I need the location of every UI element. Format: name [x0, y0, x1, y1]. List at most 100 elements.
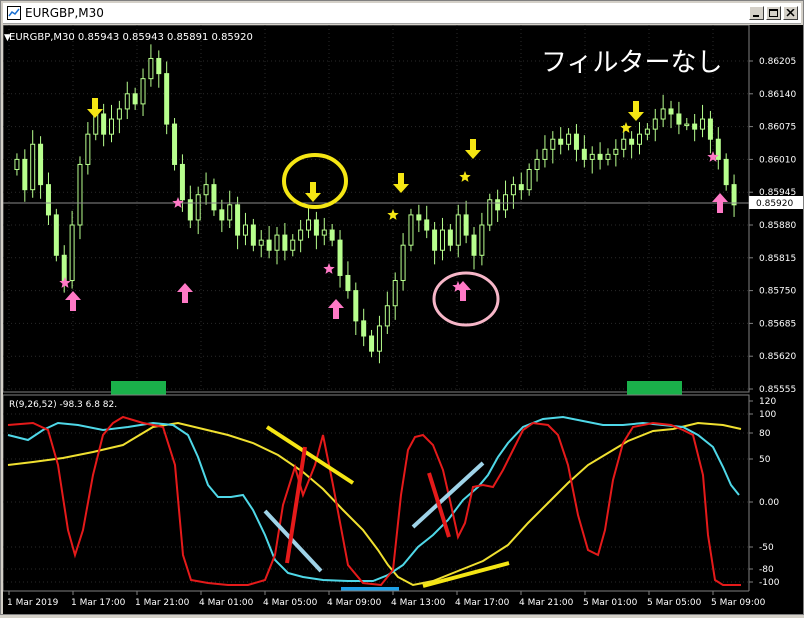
candle-body [526, 168, 532, 191]
ind-tick-label: -80 [759, 565, 774, 575]
candle-body [424, 219, 430, 231]
maximize-button[interactable] [766, 6, 781, 20]
candle-body [156, 57, 162, 75]
candle-body [179, 163, 185, 201]
candle-body [660, 108, 666, 120]
candle-body [613, 148, 619, 155]
y-axis-indicator: 120 100 80 50 0.00 -50 -80 -100 [749, 397, 780, 588]
candle-body [652, 118, 658, 130]
maximize-icon [769, 9, 778, 17]
candle-body [306, 219, 312, 231]
candle-body [345, 274, 351, 292]
y-tick-label: 0.86140 [759, 90, 796, 100]
chart-svg[interactable]: フィルターなし EURGBP,M30 0.85943 0.85943 0.858… [2, 24, 803, 614]
candle-body [684, 123, 690, 127]
candle-body [242, 224, 248, 236]
candle-body [101, 113, 107, 135]
candle-body [45, 184, 51, 216]
candle-body [266, 239, 272, 251]
candle-body [700, 118, 706, 130]
candle-body [707, 118, 713, 140]
candle-body [211, 184, 217, 211]
mt4-chart-window: EURGBP,M30 フィルターなし EURGBP,M30 0.85943 0.… [0, 0, 804, 615]
candle-body [479, 224, 485, 256]
candle-body [337, 239, 343, 276]
ind-tick-label: -100 [759, 578, 780, 588]
y-axis-main: 0.86205 0.86140 0.86075 0.86010 0.85945 0.858… [749, 57, 796, 395]
chart-window-icon [7, 6, 21, 20]
candle-body [605, 153, 611, 160]
close-button[interactable] [783, 6, 798, 20]
y-tick-label: 0.85555 [759, 385, 796, 395]
candle-body [140, 78, 146, 105]
candle-body [14, 158, 20, 170]
candle-body [510, 184, 516, 196]
candle-body [589, 153, 595, 160]
candle-body [22, 158, 28, 191]
candle-body [235, 204, 241, 236]
candle-body [692, 123, 698, 130]
candle-body [392, 280, 398, 307]
y-tick-label: 0.86205 [759, 57, 796, 67]
minimize-button[interactable] [749, 6, 764, 20]
main-pane[interactable] [2, 24, 750, 393]
candle-body [195, 194, 201, 221]
x-tick-label: 4 Mar 17:00 [455, 598, 510, 608]
close-icon [786, 9, 795, 17]
candle-body [495, 199, 501, 211]
ind-tick-label: 0.00 [759, 498, 779, 508]
candle-body [400, 244, 406, 282]
candle-body [487, 199, 493, 226]
x-tick-label: 5 Mar 09:00 [711, 598, 766, 608]
x-tick-label: 4 Mar 01:00 [199, 598, 254, 608]
candle-body [282, 234, 288, 251]
candle-body [313, 219, 319, 236]
ind-tick-label: 100 [759, 410, 776, 420]
candle-body [644, 128, 650, 135]
candle-body [408, 214, 414, 246]
candle-body [274, 234, 280, 251]
candle-body [416, 214, 422, 221]
candle-body [384, 305, 390, 327]
candle-body [61, 254, 67, 282]
ind-tick-label: 80 [759, 429, 771, 439]
x-tick-label: 1 Mar 17:00 [71, 598, 126, 608]
candle-body [597, 153, 603, 160]
candle-body [534, 158, 540, 170]
x-tick-label: 1 Mar 21:00 [135, 598, 190, 608]
candle-body [668, 108, 674, 115]
candle-body [109, 118, 115, 135]
x-tick-label: 1 Mar 2019 [7, 598, 59, 608]
candle-body [581, 148, 587, 160]
candle-body [164, 73, 170, 125]
candle-body [369, 335, 375, 352]
window-title: EURGBP,M30 [25, 6, 104, 20]
candle-body [573, 133, 579, 150]
minimize-icon [753, 15, 759, 17]
x-tick-label: 4 Mar 05:00 [263, 598, 318, 608]
indicator-header: R(9,26,52) -98.3 6.8 82. [9, 400, 117, 410]
candle-body [542, 148, 548, 160]
x-tick-label: 5 Mar 05:00 [647, 598, 702, 608]
candle-body [731, 184, 737, 206]
candle-body [30, 143, 36, 191]
x-tick-label: 4 Mar 09:00 [327, 598, 382, 608]
candle-body [227, 204, 233, 221]
candle-body [566, 133, 572, 145]
candle-body [77, 163, 83, 226]
chart-canvas[interactable]: フィルターなし EURGBP,M30 0.85943 0.85943 0.858… [2, 24, 803, 614]
candle-body [621, 138, 627, 150]
candle-body [148, 57, 154, 80]
candle-body [463, 214, 469, 236]
y-tick-label: 0.85945 [759, 188, 796, 198]
candle-body [447, 229, 453, 246]
candle-body [290, 239, 296, 251]
title-bar[interactable]: EURGBP,M30 [3, 3, 801, 24]
candle-body [353, 290, 359, 322]
candle-body [361, 320, 367, 337]
candle-body [38, 143, 44, 186]
candle-body [636, 133, 642, 145]
candle-body [558, 138, 564, 145]
x-tick-label: 5 Mar 01:00 [583, 598, 638, 608]
candle-body [432, 229, 438, 251]
